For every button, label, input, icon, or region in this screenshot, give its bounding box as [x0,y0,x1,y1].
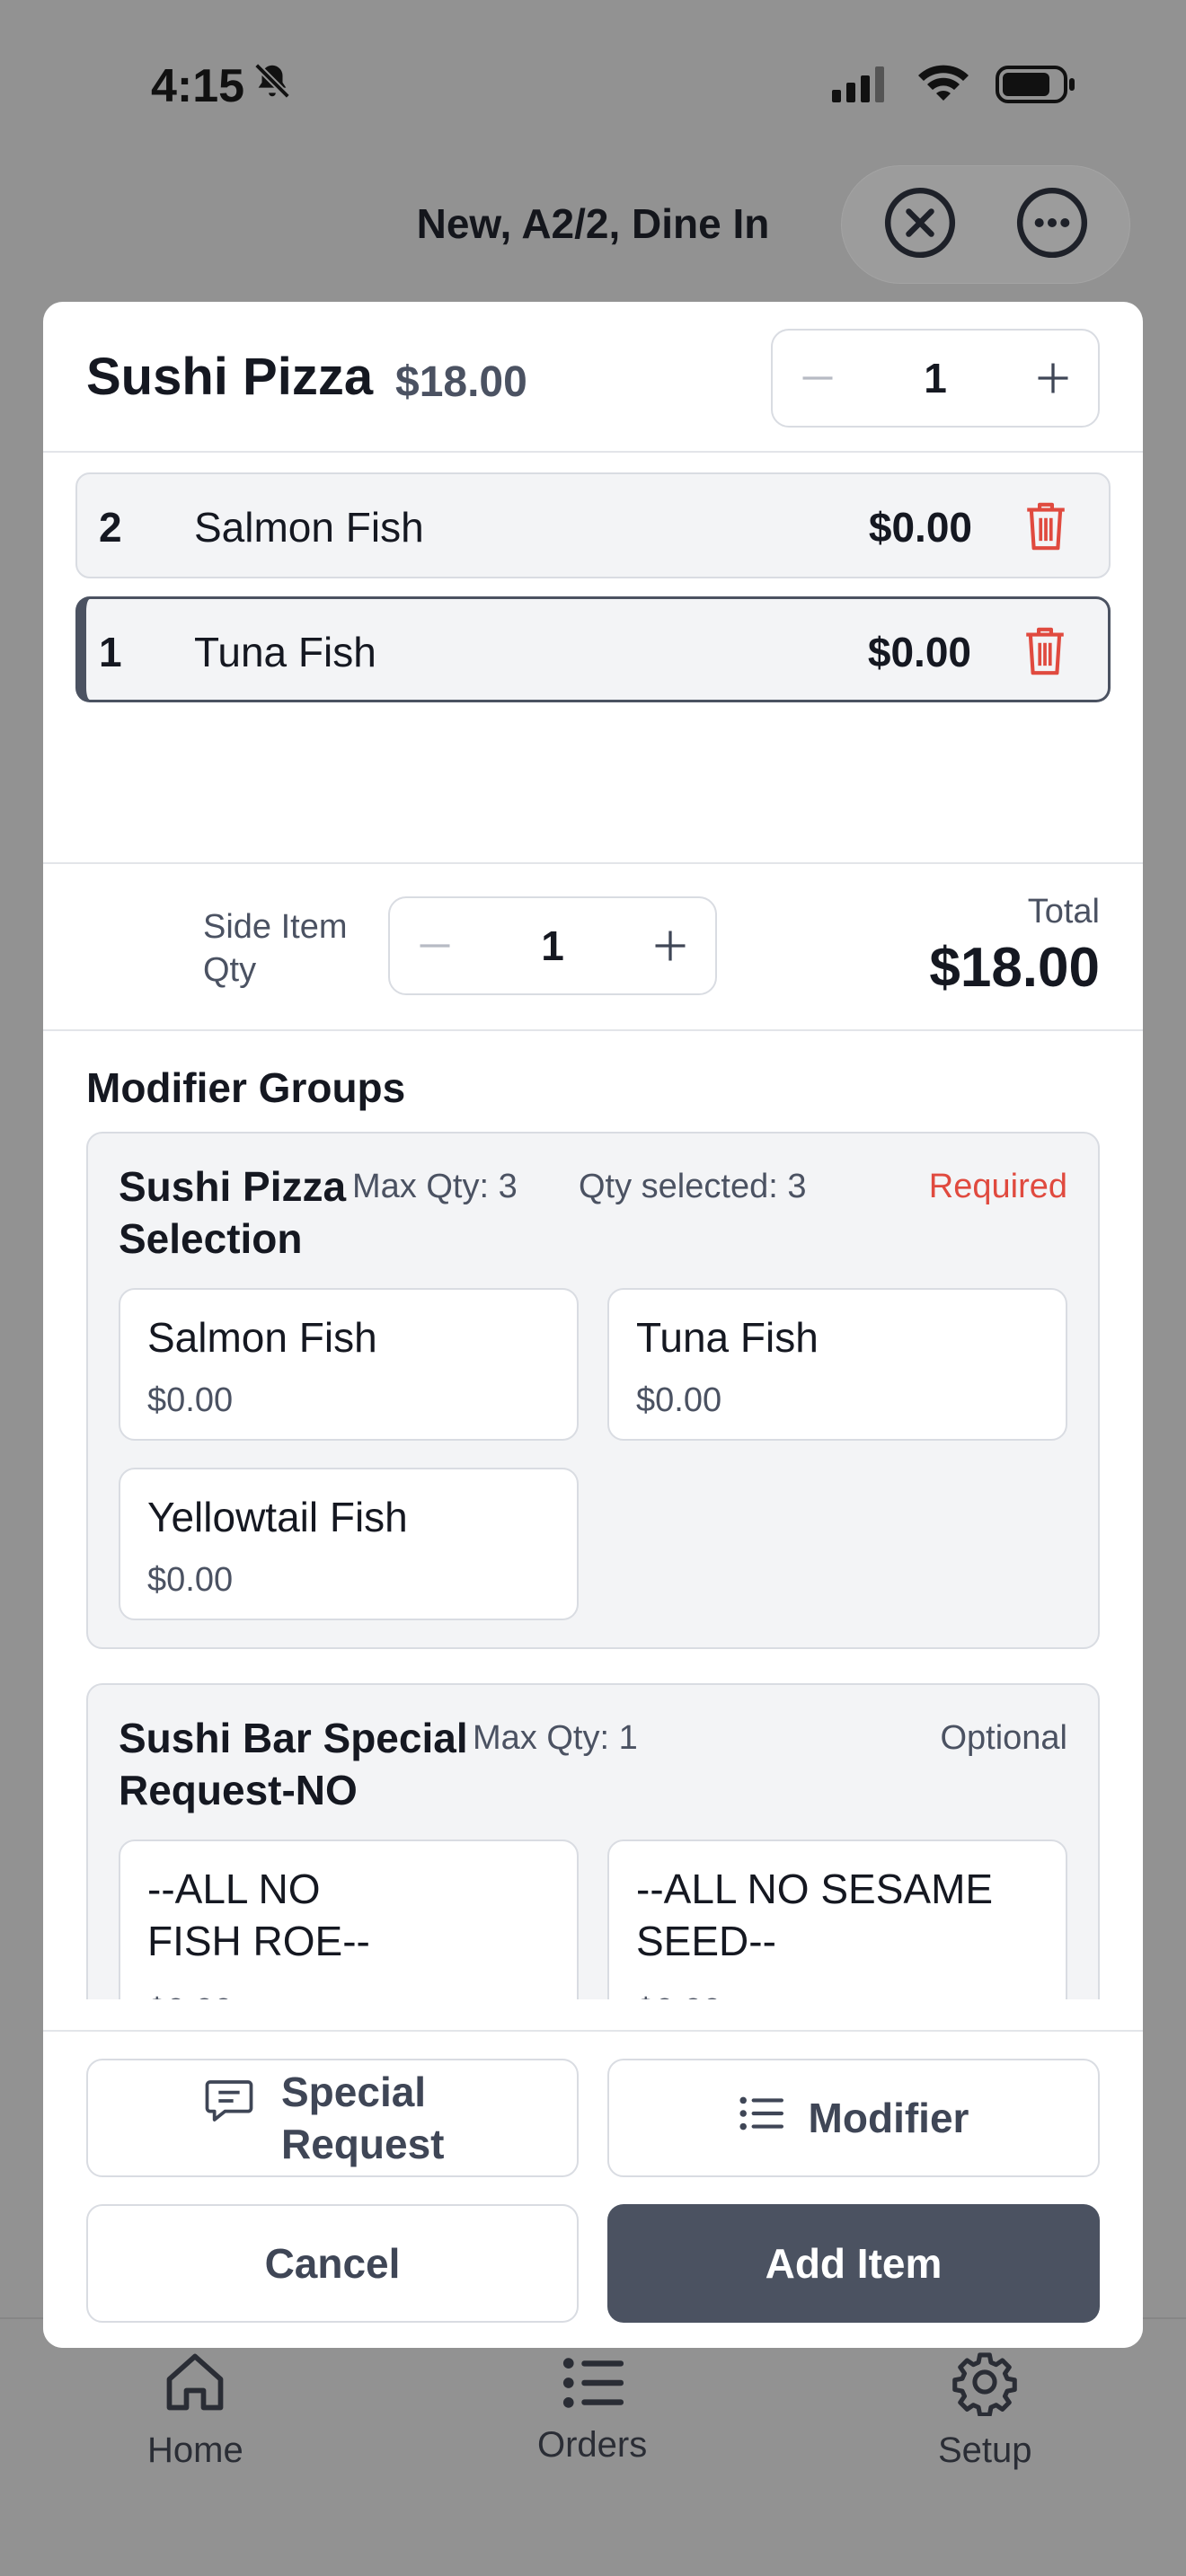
option-name: Salmon Fish [147,1314,377,1361]
modifier-option-card[interactable]: Tuna Fish $0.00 [607,1288,1067,1441]
clock-time: 4:15 [151,60,245,112]
option-name: --ALL NO SESAME SEED-- [636,1866,994,1964]
side-item-qty-stepper: 1 [388,896,717,995]
modifier-option-card[interactable]: --ALL NO FISH ROE-- $0.00 [119,1839,579,1999]
home-icon [161,2348,229,2425]
selection-row-selected[interactable]: 1 Tuna Fish $0.00 [75,596,1111,702]
add-item-label: Add Item [765,2240,943,2287]
selection-row[interactable]: 2 Salmon Fish $0.00 [75,472,1111,578]
group-qty-selected: Qty selected: 3 [579,1168,807,1205]
add-item-modal: Sushi Pizza $18.00 1 2 Salmon Fish $0.00… [43,302,1143,2348]
modifier-groups-scroll[interactable]: Modifier Groups Sushi Pizza Selection Ma… [43,1031,1143,1999]
decrement-button[interactable] [773,331,863,426]
total-label: Total [1027,893,1100,931]
modifier-group: Sushi Pizza Selection Max Qty: 3 Qty sel… [86,1132,1100,1649]
more-options-icon[interactable] [1013,184,1091,266]
side-item-section: Side Item Qty 1 Total $18.00 [43,862,1143,1031]
modifier-group: Sushi Bar Special Request-NO Max Qty: 1 … [86,1683,1100,1999]
selection-qty: 2 [99,504,122,551]
tab-setup-label: Setup [938,2430,1032,2470]
list-icon [739,2094,783,2142]
selection-qty: 1 [99,629,122,675]
option-name: --ALL NO FISH ROE-- [147,1866,370,1964]
gear-icon [951,2348,1019,2425]
option-price: $0.00 [636,1992,721,1999]
item-name: Sushi Pizza [86,348,374,406]
cancel-label: Cancel [264,2240,401,2287]
tab-setup[interactable]: Setup [938,2348,1032,2471]
list-icon [561,2355,624,2420]
special-request-button[interactable]: Special Request [86,2059,579,2177]
modifier-label: Modifier [808,2095,969,2141]
side-item-qty-value: 1 [541,922,564,969]
decrement-button[interactable] [390,898,480,993]
item-qty-stepper: 1 [771,329,1100,428]
modifier-button[interactable]: Modifier [607,2059,1100,2177]
selection-price: $0.00 [867,629,971,675]
trash-icon[interactable] [1020,624,1070,683]
trash-icon[interactable] [1021,499,1071,558]
selection-price: $0.00 [868,504,972,551]
modal-footer: Special Request Modifier Cancel Add Item [43,2030,1143,2348]
required-badge: Required [928,1168,1067,1205]
special-request-label: Special Request [281,2069,445,2167]
modifier-option-card[interactable]: --ALL NO SESAME SEED-- $0.00 [607,1839,1067,1999]
modal-header: Sushi Pizza $18.00 1 [43,302,1143,453]
option-name: Tuna Fish [636,1314,819,1361]
increment-button[interactable] [1008,331,1098,426]
signal-icon [832,66,891,107]
selection-name: Tuna Fish [194,629,376,675]
side-item-label: Side Item Qty [203,908,348,989]
total-value: $18.00 [929,937,1100,999]
bottom-tab-bar: Home Orders Setup [0,2317,1186,2576]
modifier-groups-title: Modifier Groups [86,1064,406,1111]
close-icon[interactable] [881,184,959,266]
option-price: $0.00 [147,1992,233,1999]
group-max-qty: Max Qty: 3 [352,1168,518,1205]
optional-badge: Optional [940,1719,1067,1757]
add-item-button[interactable]: Add Item [607,2204,1100,2323]
option-price: $0.00 [147,1381,234,1419]
group-max-qty: Max Qty: 1 [473,1719,638,1757]
item-qty-value: 1 [924,355,947,401]
status-icons [832,65,1078,109]
option-price: $0.00 [147,1561,234,1599]
tab-orders-label: Orders [537,2425,648,2465]
battery-icon [996,66,1078,108]
option-price: $0.00 [636,1381,722,1419]
selection-name: Salmon Fish [194,504,424,551]
header-actions [841,165,1130,284]
modifier-option-card[interactable]: Yellowtail Fish $0.00 [119,1468,579,1620]
modifier-option-card[interactable]: Salmon Fish $0.00 [119,1288,579,1441]
option-name: Yellowtail Fish [147,1494,408,1540]
tab-home[interactable]: Home [147,2348,243,2471]
group-name: Sushi Bar Special Request-NO [119,1715,468,1813]
status-bar-time: 4:15 [151,59,293,113]
increment-button[interactable] [625,898,715,993]
tab-orders[interactable]: Orders [537,2355,647,2466]
cancel-button[interactable]: Cancel [86,2204,579,2323]
chat-bubble-icon [204,2078,254,2134]
tab-home-label: Home [147,2430,243,2470]
bell-muted-icon [252,59,293,113]
wifi-icon [916,65,970,109]
item-price: $18.00 [395,358,527,406]
group-name: Sushi Pizza Selection [119,1163,347,1262]
